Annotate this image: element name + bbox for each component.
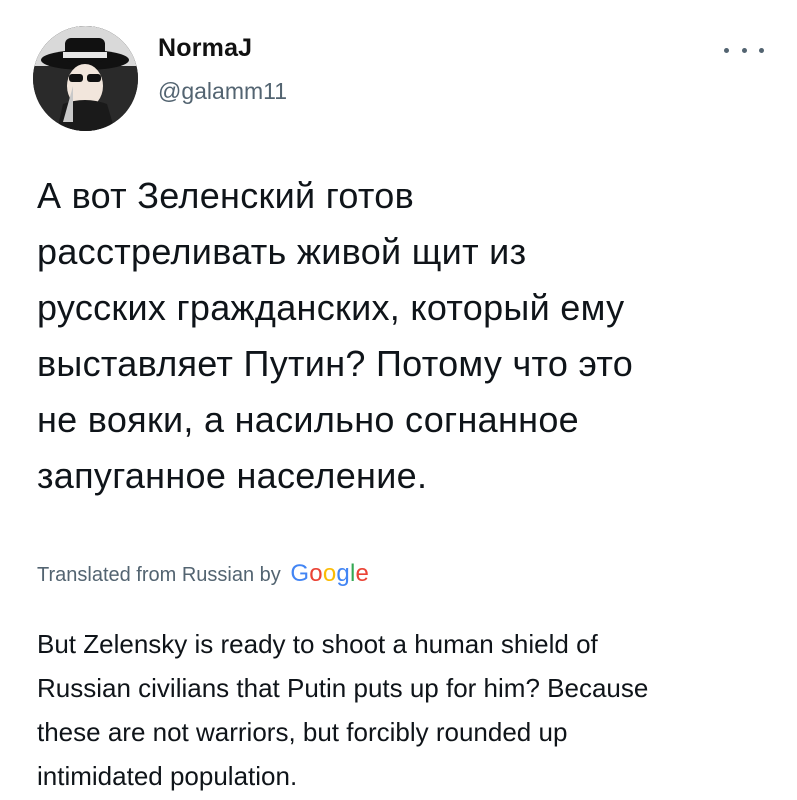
more-horizontal-icon [724, 47, 729, 53]
translated-text-line: these are not warriors, but forcibly rou… [37, 717, 568, 747]
translation-notice-label: Translated from Russian by [37, 564, 281, 586]
translated-text-line: But Zelensky is ready to shoot a human s… [37, 629, 598, 659]
tweet-text-line: не вояки, а насильно согнанное [37, 399, 579, 440]
google-logo: Google [290, 560, 370, 587]
tweet-text-line: выставляет Путин? Потому что это [37, 343, 634, 384]
more-options-button[interactable] [724, 38, 764, 62]
translated-text: But Zelensky is ready to shoot a human s… [37, 622, 777, 798]
tweet-text-line: русских гражданских, который ему [37, 287, 625, 328]
more-horizontal-icon [759, 47, 764, 53]
tweet-text-line: запуганное население. [37, 455, 428, 496]
tweet-text-line: расстреливать живой щит из [37, 231, 527, 272]
tweet-text-line: А вот Зеленский готов [37, 175, 415, 216]
author-handle[interactable]: @galamm11 [158, 78, 287, 105]
translated-text-line: intimidated population. [37, 761, 298, 791]
tweet-text: А вот Зеленский готов расстреливать живо… [37, 168, 777, 504]
tweet: NormaJ @galamm11 А вот Зеленский готов р… [0, 0, 797, 800]
translation-notice[interactable]: Translated from Russian by Google [37, 560, 369, 588]
avatar[interactable] [33, 26, 138, 131]
more-horizontal-icon [741, 47, 747, 53]
avatar-photo-icon [33, 26, 138, 131]
translated-text-line: Russian civilians that Putin puts up for… [37, 673, 649, 703]
author-name[interactable]: NormaJ [158, 34, 252, 63]
